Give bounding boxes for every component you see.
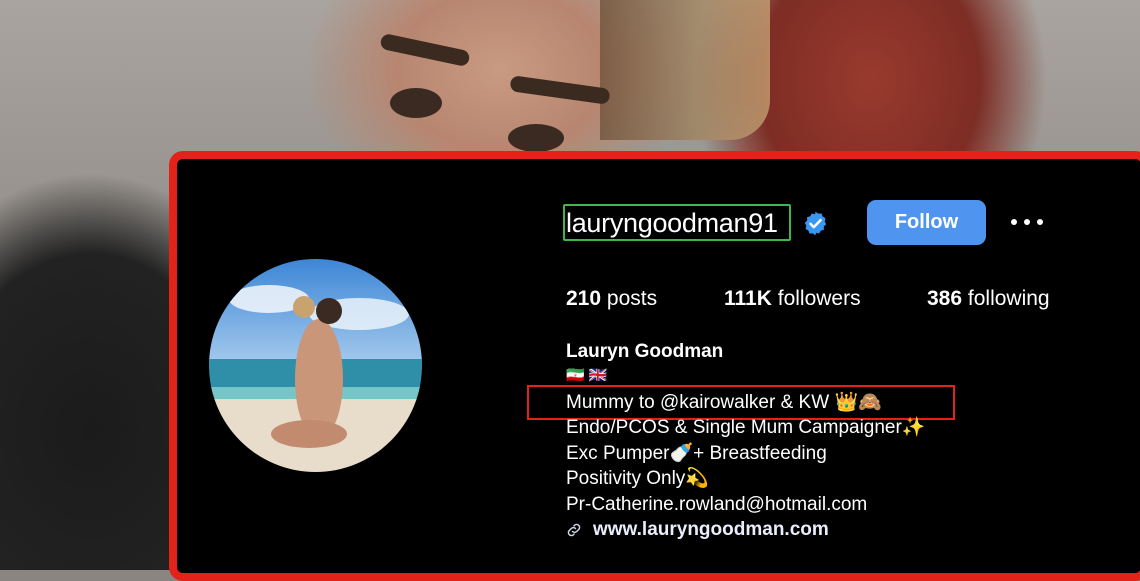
background-hair bbox=[600, 0, 770, 140]
background-eye-right bbox=[508, 124, 564, 152]
background-brow-left bbox=[379, 32, 471, 68]
bio-line: Mummy to @kairowalker & KW 👑🙈 bbox=[566, 392, 882, 413]
display-name: Lauryn Goodman bbox=[566, 341, 724, 362]
bio-email: Pr-Catherine.rowland@hotmail.com bbox=[566, 494, 868, 515]
link-icon bbox=[567, 523, 581, 537]
more-dot bbox=[1037, 219, 1043, 225]
following-label: following bbox=[967, 287, 1050, 310]
bio-line: Endo/PCOS & Single Mum Campaigner✨ bbox=[566, 417, 926, 438]
posts-stat[interactable]: 210 posts bbox=[566, 285, 657, 313]
following-count: 386 bbox=[927, 287, 963, 310]
verified-badge-icon bbox=[804, 211, 827, 236]
followers-count: 111K bbox=[724, 287, 772, 310]
profile-avatar[interactable] bbox=[209, 259, 422, 472]
posts-count: 210 bbox=[566, 287, 602, 310]
background-brow-right bbox=[509, 75, 611, 105]
more-dot bbox=[1024, 219, 1030, 225]
flag-emojis: 🇮🇷 🇬🇧 bbox=[566, 367, 608, 384]
background-eye-left bbox=[390, 88, 442, 118]
website-link[interactable]: www.lauryngoodman.com bbox=[593, 519, 829, 541]
more-options-icon[interactable] bbox=[1007, 205, 1047, 239]
bio-line: Positivity Only💫 bbox=[566, 468, 709, 489]
more-dot bbox=[1011, 219, 1017, 225]
following-stat[interactable]: 386 following bbox=[927, 285, 1050, 313]
followers-label: followers bbox=[777, 287, 861, 310]
follow-button[interactable]: Follow bbox=[867, 200, 986, 245]
posts-label: posts bbox=[606, 287, 658, 310]
profile-username: lauryngoodman91 bbox=[566, 208, 778, 238]
followers-stat[interactable]: 111K followers bbox=[724, 285, 861, 313]
avatar-image bbox=[209, 259, 422, 472]
bio-line: Exc Pumper🍼+ Breastfeeding bbox=[566, 443, 827, 464]
